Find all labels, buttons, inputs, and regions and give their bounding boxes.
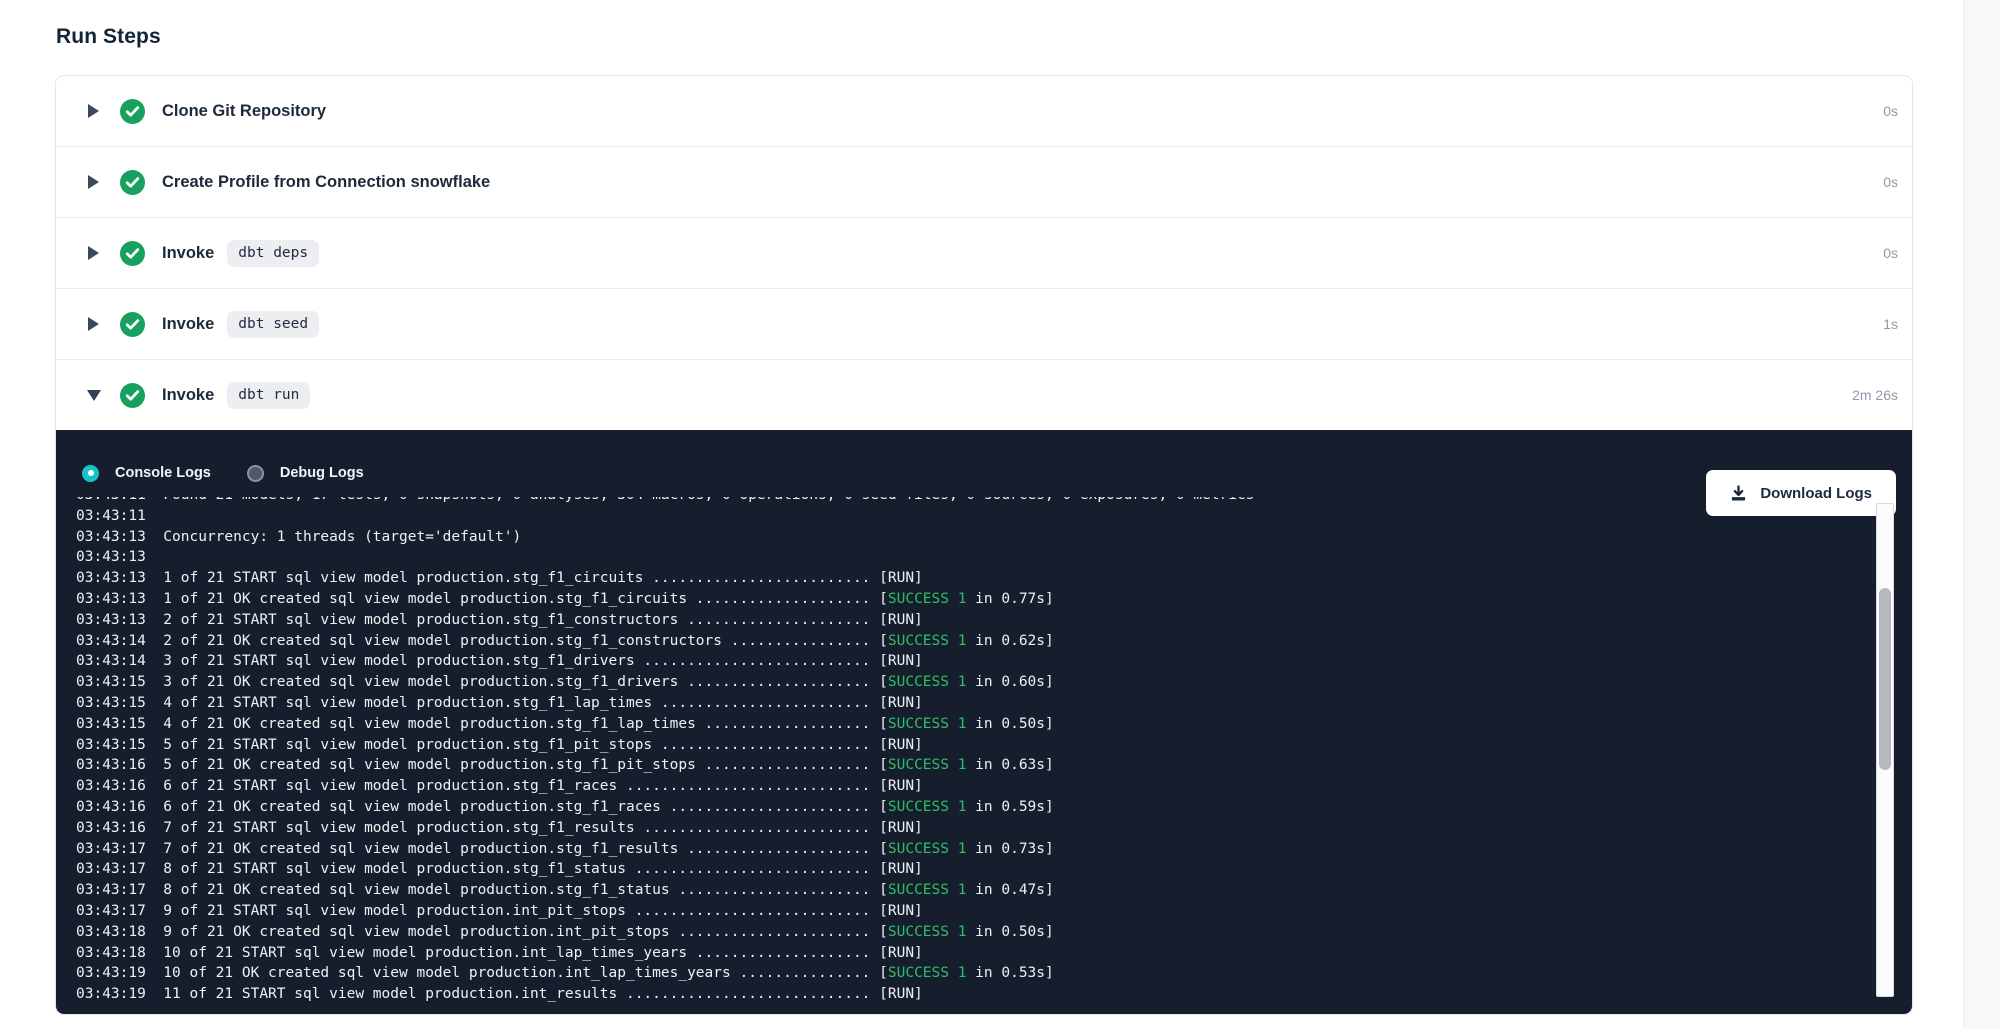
log-line: 03:43:18 9 of 21 OK created sql view mod… bbox=[76, 922, 1872, 943]
log-line: 03:43:15 4 of 21 START sql view model pr… bbox=[76, 693, 1872, 714]
log-line: 03:43:17 8 of 21 START sql view model pr… bbox=[76, 859, 1872, 880]
success-check-icon bbox=[120, 383, 145, 408]
page-title: Run Steps bbox=[56, 25, 161, 49]
console-logs-radio[interactable]: Console Logs bbox=[82, 465, 211, 482]
step-duration: 2m 26s bbox=[1852, 387, 1898, 403]
log-success-token: SUCCESS 1 bbox=[888, 716, 967, 732]
log-line: 03:43:11 Found 21 models, 17 tests, 0 sn… bbox=[76, 497, 1872, 506]
step-duration: 1s bbox=[1883, 316, 1898, 332]
step-row[interactable]: Clone Git Repository 0s bbox=[56, 76, 1912, 147]
log-line: 03:43:16 6 of 21 START sql view model pr… bbox=[76, 776, 1872, 797]
chevron-right-icon[interactable] bbox=[87, 104, 100, 118]
log-success-token: SUCCESS 1 bbox=[888, 591, 967, 607]
log-success-token: SUCCESS 1 bbox=[888, 841, 967, 857]
debug-logs-label[interactable]: Debug Logs bbox=[280, 465, 364, 481]
step-label: Create Profile from Connection snowflake bbox=[162, 173, 490, 192]
log-line: 03:43:15 3 of 21 OK created sql view mod… bbox=[76, 672, 1872, 693]
step-duration: 0s bbox=[1883, 103, 1898, 119]
step-row[interactable]: Invoke dbt seed 1s bbox=[56, 289, 1912, 360]
step-label: Invoke bbox=[162, 315, 214, 334]
step-row[interactable]: Invoke dbt deps 0s bbox=[56, 218, 1912, 289]
log-line: 03:43:13 2 of 21 START sql view model pr… bbox=[76, 610, 1872, 631]
log-line: 03:43:13 1 of 21 OK created sql view mod… bbox=[76, 589, 1872, 610]
log-line: 03:43:18 10 of 21 START sql view model p… bbox=[76, 943, 1872, 964]
step-command-badge: dbt deps bbox=[227, 240, 319, 267]
step-row[interactable]: Create Profile from Connection snowflake… bbox=[56, 147, 1912, 218]
log-line: 03:43:15 5 of 21 START sql view model pr… bbox=[76, 735, 1872, 756]
step-label: Invoke bbox=[162, 244, 214, 263]
radio-selected-icon[interactable] bbox=[82, 465, 99, 482]
step-command-badge: dbt seed bbox=[227, 311, 319, 338]
log-line: 03:43:19 10 of 21 OK created sql view mo… bbox=[76, 963, 1872, 984]
radio-unselected-icon[interactable] bbox=[247, 465, 264, 482]
success-check-icon bbox=[120, 99, 145, 124]
success-check-icon bbox=[120, 241, 145, 266]
log-line: 03:43:16 6 of 21 OK created sql view mod… bbox=[76, 797, 1872, 818]
log-line: 03:43:15 4 of 21 OK created sql view mod… bbox=[76, 714, 1872, 735]
success-check-icon bbox=[120, 170, 145, 195]
run-steps-list: Clone Git Repository0sCreate Profile fro… bbox=[56, 76, 1912, 430]
success-check-icon bbox=[120, 312, 145, 337]
run-steps-card: Clone Git Repository0sCreate Profile fro… bbox=[55, 75, 1913, 1015]
log-output: 03:43:11 Found 21 models, 17 tests, 0 sn… bbox=[76, 497, 1872, 1005]
log-line: 03:43:13 1 of 21 START sql view model pr… bbox=[76, 568, 1872, 589]
log-panel: Console Logs Debug Logs Download Logs 03… bbox=[56, 430, 1912, 1014]
log-panel-header: Console Logs Debug Logs Download Logs bbox=[56, 450, 1912, 496]
log-line: 03:43:13 bbox=[76, 547, 1872, 568]
log-success-token: SUCCESS 1 bbox=[888, 674, 967, 690]
log-line: 03:43:17 7 of 21 OK created sql view mod… bbox=[76, 839, 1872, 860]
console-logs-label[interactable]: Console Logs bbox=[115, 465, 211, 481]
log-scrollbar-thumb[interactable] bbox=[1879, 588, 1891, 770]
log-line: 03:43:14 2 of 21 OK created sql view mod… bbox=[76, 631, 1872, 652]
log-scroll-area[interactable]: 03:43:11 Found 21 models, 17 tests, 0 sn… bbox=[56, 497, 1872, 1014]
log-success-token: SUCCESS 1 bbox=[888, 757, 967, 773]
log-success-token: SUCCESS 1 bbox=[888, 799, 967, 815]
log-line: 03:43:13 Concurrency: 1 threads (target=… bbox=[76, 527, 1872, 548]
chevron-right-icon[interactable] bbox=[87, 317, 100, 331]
log-success-token: SUCCESS 1 bbox=[888, 633, 967, 649]
step-duration: 0s bbox=[1883, 245, 1898, 261]
chevron-down-icon[interactable] bbox=[87, 390, 100, 401]
log-line: 03:43:14 3 of 21 START sql view model pr… bbox=[76, 651, 1872, 672]
log-line: 03:43:11 bbox=[76, 506, 1872, 527]
log-line: 03:43:17 8 of 21 OK created sql view mod… bbox=[76, 880, 1872, 901]
step-duration: 0s bbox=[1883, 174, 1898, 190]
log-success-token: SUCCESS 1 bbox=[888, 965, 967, 981]
log-line: 03:43:16 5 of 21 OK created sql view mod… bbox=[76, 755, 1872, 776]
log-line: 03:43:19 11 of 21 START sql view model p… bbox=[76, 984, 1872, 1005]
chevron-right-icon[interactable] bbox=[87, 246, 100, 260]
log-success-token: SUCCESS 1 bbox=[888, 924, 967, 940]
step-label: Invoke bbox=[162, 386, 214, 405]
log-success-token: SUCCESS 1 bbox=[888, 882, 967, 898]
debug-logs-radio[interactable]: Debug Logs bbox=[247, 465, 364, 482]
right-page-rail bbox=[1963, 0, 2000, 1029]
step-row[interactable]: Invoke dbt run 2m 26s bbox=[56, 360, 1912, 430]
step-label: Clone Git Repository bbox=[162, 102, 326, 121]
chevron-right-icon[interactable] bbox=[87, 175, 100, 189]
step-command-badge: dbt run bbox=[227, 382, 310, 409]
log-line: 03:43:16 7 of 21 START sql view model pr… bbox=[76, 818, 1872, 839]
log-line: 03:43:17 9 of 21 START sql view model pr… bbox=[76, 901, 1872, 922]
